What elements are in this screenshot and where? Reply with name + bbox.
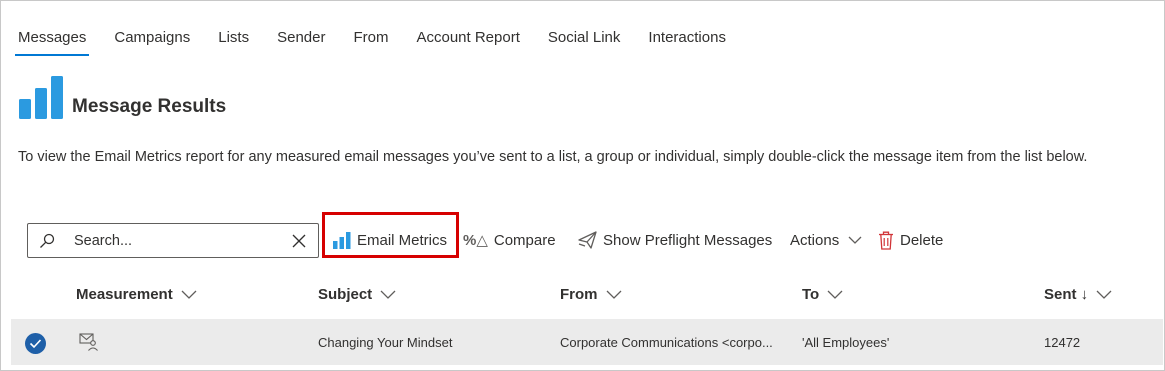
column-header-sent[interactable]: Sent ↓ — [1044, 286, 1112, 303]
cell-from: Corporate Communications <corpo... — [560, 335, 773, 350]
row-checkbox[interactable] — [25, 333, 46, 354]
column-header-to[interactable]: To — [802, 286, 843, 303]
chevron-down-icon — [848, 236, 862, 244]
envelope-person-icon — [79, 333, 98, 351]
column-header-label: To — [802, 286, 820, 303]
highlight-box — [322, 212, 459, 258]
tab-account-report[interactable]: Account Report — [416, 28, 519, 58]
column-header-label: Sent ↓ — [1044, 286, 1089, 303]
tab-campaigns[interactable]: Campaigns — [114, 28, 190, 58]
actions-dropdown[interactable]: Actions — [790, 222, 862, 258]
bar-chart-icon — [19, 76, 63, 119]
paper-plane-icon — [578, 231, 597, 249]
chevron-down-icon — [181, 290, 197, 299]
tab-bar: Messages Campaigns Lists Sender From Acc… — [14, 28, 754, 58]
search-box[interactable] — [27, 223, 319, 258]
percent-delta-icon: %△ — [463, 232, 488, 249]
chevron-down-icon — [827, 290, 843, 299]
tab-from[interactable]: From — [353, 28, 388, 58]
compare-label: Compare — [493, 231, 556, 249]
show-preflight-label: Show Preflight Messages — [603, 231, 773, 249]
chevron-down-icon — [380, 290, 396, 299]
column-header-subject[interactable]: Subject — [318, 286, 396, 303]
page-title: Message Results — [72, 96, 227, 117]
cell-subject: Changing Your Mindset — [318, 335, 453, 350]
tab-social-link[interactable]: Social Link — [548, 28, 621, 58]
page-description: To view the Email Metrics report for any… — [18, 149, 1088, 165]
show-preflight-button[interactable]: Show Preflight Messages — [578, 222, 772, 258]
column-header-from[interactable]: From — [560, 286, 622, 303]
actions-label: Actions — [790, 231, 840, 249]
cell-to: 'All Employees' — [802, 335, 890, 350]
tab-interactions[interactable]: Interactions — [648, 28, 726, 58]
column-header-label: Measurement — [76, 286, 173, 303]
search-icon — [40, 233, 55, 248]
column-header-measurement[interactable]: Measurement — [76, 286, 197, 303]
trash-icon — [879, 231, 893, 250]
delete-button[interactable]: Delete — [878, 222, 943, 258]
cell-sent: 12472 — [1044, 335, 1081, 350]
chevron-down-icon — [1096, 290, 1112, 299]
tab-messages[interactable]: Messages — [14, 28, 90, 58]
delete-label: Delete — [900, 231, 944, 249]
compare-button[interactable]: %△ Compare — [463, 222, 556, 258]
close-icon[interactable] — [292, 234, 306, 248]
tab-sender[interactable]: Sender — [277, 28, 325, 58]
search-input[interactable] — [74, 230, 284, 252]
column-header-label: From — [560, 286, 598, 303]
checkmark-icon — [29, 339, 42, 349]
column-header-label: Subject — [318, 286, 373, 303]
chevron-down-icon — [606, 290, 621, 299]
tab-lists[interactable]: Lists — [218, 28, 249, 58]
